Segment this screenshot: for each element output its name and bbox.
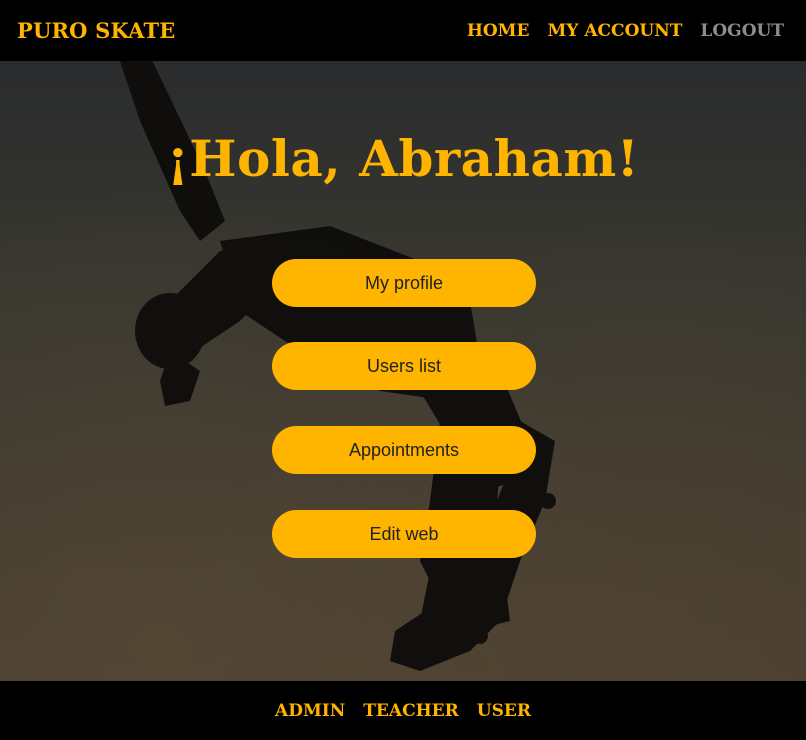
footer-admin-link[interactable]: ADMIN — [275, 701, 345, 721]
nav-my-account-link[interactable]: MY ACCOUNT — [547, 21, 682, 41]
top-navbar: PURO SKATE HOME MY ACCOUNT LOGOUT — [0, 0, 806, 61]
greeting-title: ¡Hola, Abraham! — [166, 129, 640, 188]
footer-user-link[interactable]: USER — [477, 701, 531, 721]
hero-section: ¡Hola, Abraham! My profile Users list Ap… — [0, 61, 806, 681]
edit-web-button[interactable]: Edit web — [272, 510, 536, 558]
footer-bar: ADMIN TEACHER USER — [0, 681, 806, 740]
appointments-button[interactable]: Appointments — [272, 426, 536, 474]
nav-links: HOME MY ACCOUNT LOGOUT — [467, 21, 784, 41]
nav-home-link[interactable]: HOME — [467, 21, 530, 41]
users-list-button[interactable]: Users list — [272, 342, 536, 390]
brand-logo-link[interactable]: PURO SKATE — [17, 18, 176, 43]
my-profile-button[interactable]: My profile — [272, 259, 536, 307]
nav-logout-link[interactable]: LOGOUT — [700, 21, 784, 41]
footer-teacher-link[interactable]: TEACHER — [363, 701, 458, 721]
